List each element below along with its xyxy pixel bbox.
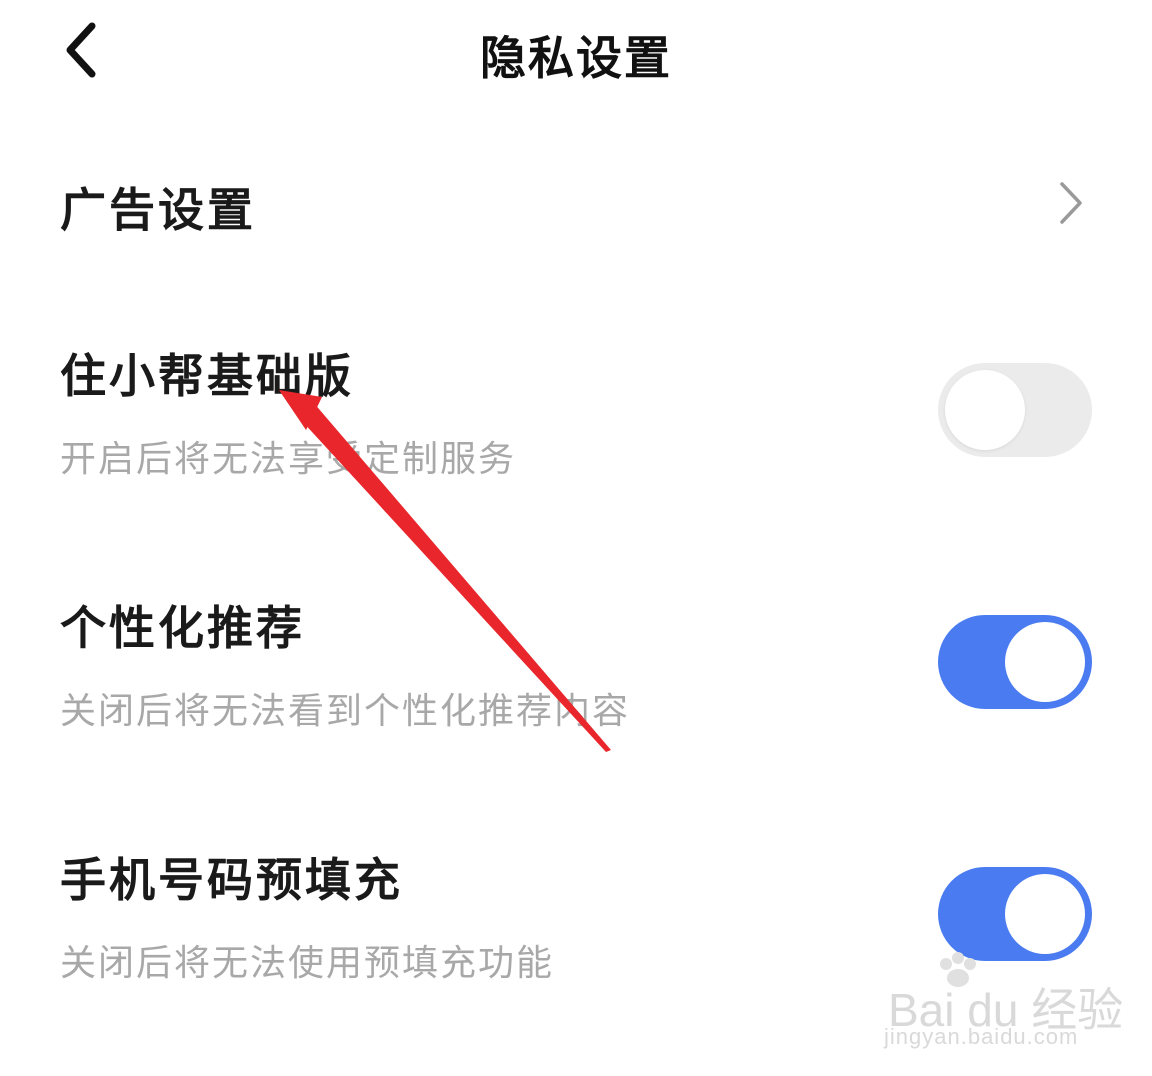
list-item-personalized-recommendation: 个性化推荐 关闭后将无法看到个性化推荐内容 — [0, 582, 1152, 742]
list-item-ad-settings[interactable]: 广告设置 — [0, 160, 1152, 250]
toggle-knob — [1005, 874, 1085, 954]
toggle-knob — [1005, 622, 1085, 702]
page-title: 隐私设置 — [480, 31, 672, 85]
basic-version-toggle[interactable] — [938, 363, 1092, 457]
personalized-recommendation-toggle[interactable] — [938, 615, 1092, 709]
watermark-url: jingyan.baidu.com — [884, 1024, 1079, 1049]
chevron-right-icon — [1060, 182, 1082, 224]
baidu-jingyan-watermark: Bai du 经验 jingyan.baidu.com — [880, 950, 1130, 1060]
list-item-basic-version: 住小帮基础版 开启后将无法享受定制服务 — [0, 330, 1152, 490]
row-title: 个性化推荐 — [60, 601, 305, 655]
row-subtitle: 开启后将无法享受定制服务 — [60, 439, 517, 480]
phone-prefill-toggle[interactable] — [938, 867, 1092, 961]
row-title: 住小帮基础版 — [60, 349, 354, 403]
nav-bar: 隐私设置 — [0, 0, 1152, 110]
toggle-knob — [945, 370, 1025, 450]
row-subtitle: 关闭后将无法使用预填充功能 — [60, 943, 555, 984]
row-title: 手机号码预填充 — [60, 853, 403, 907]
row-title: 广告设置 — [60, 183, 256, 237]
row-subtitle: 关闭后将无法看到个性化推荐内容 — [60, 691, 631, 732]
